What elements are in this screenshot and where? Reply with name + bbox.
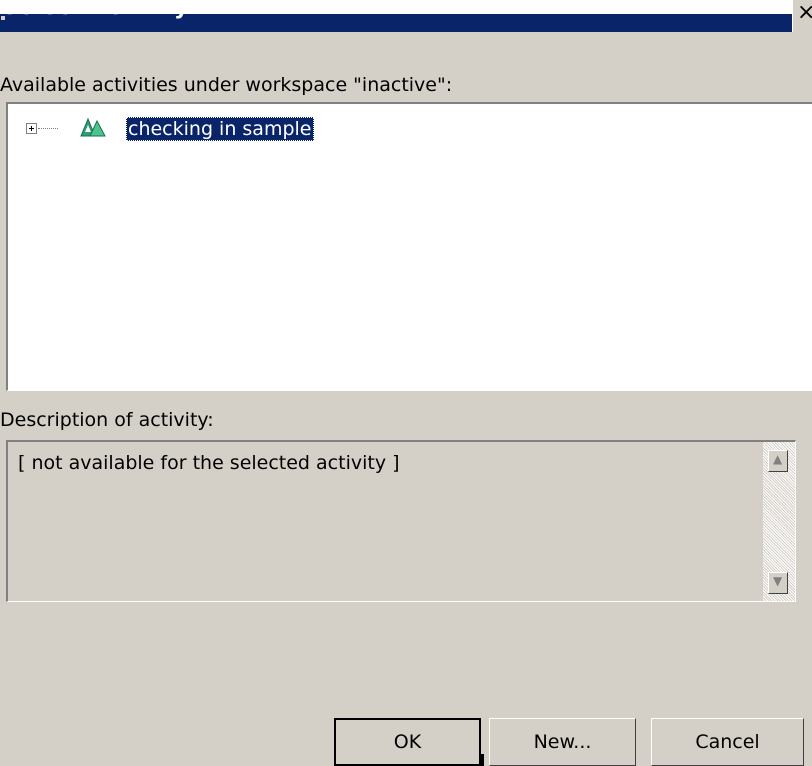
close-icon: × (797, 0, 812, 25)
scroll-down-button[interactable]: ▼ (768, 572, 788, 594)
window-title: Select Activity (2, 0, 189, 20)
description-box[interactable]: [ not available for the selected activit… (6, 440, 796, 602)
cancel-button[interactable]: Cancel (651, 718, 804, 766)
description-label: Description of activity: (0, 409, 214, 431)
expand-icon[interactable] (26, 123, 37, 134)
tree-item-label[interactable]: checking in sample (126, 117, 314, 141)
activity-icon (80, 118, 106, 137)
close-button[interactable]: × (792, 0, 812, 32)
description-text: [ not available for the selected activit… (18, 452, 400, 474)
ok-button[interactable]: OK (334, 718, 481, 766)
description-scrollbar[interactable]: ▲ ▼ (763, 442, 795, 601)
arrow-down-icon: ▼ (773, 574, 783, 588)
scroll-up-button[interactable]: ▲ (768, 450, 788, 472)
activities-tree[interactable]: checking in sample (6, 102, 812, 391)
activities-label: Available activities under workspace "in… (0, 74, 453, 96)
title-bar: Select Activity × (0, 0, 812, 32)
tree-connector (38, 128, 58, 130)
mouse-cursor-icon (481, 754, 484, 766)
arrow-up-icon: ▲ (773, 452, 783, 466)
new-button[interactable]: New... (489, 718, 636, 766)
